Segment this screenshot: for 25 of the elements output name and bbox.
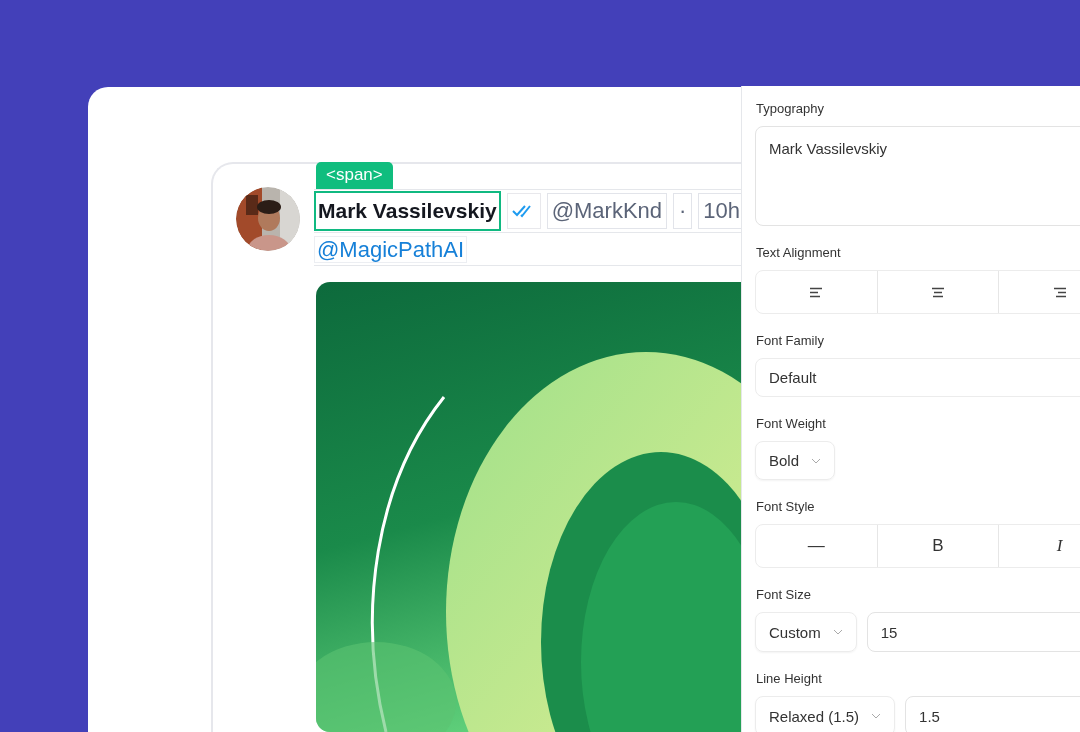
section-label: Font Size <box>756 587 812 602</box>
section-label: Font Style <box>756 499 816 514</box>
element-tag-label: <span> <box>316 162 393 189</box>
mention-link[interactable]: @MagicPathAI <box>314 236 468 263</box>
align-center-icon <box>931 286 945 298</box>
author-handle: @MarkKnd <box>546 193 668 229</box>
section-label: Text Alignment <box>756 245 842 260</box>
section-label: Font Family <box>756 333 825 348</box>
chevron-down-icon <box>811 457 822 464</box>
align-left-icon <box>809 286 824 298</box>
chevron-down-icon <box>832 629 843 635</box>
select-field[interactable]: Custom <box>755 612 857 652</box>
font-style-button[interactable]: B <box>877 525 1000 567</box>
section-label: Font Weight <box>756 416 827 431</box>
section-label: Typography <box>756 101 825 116</box>
text-area[interactable]: Mark Vassilevskiy <box>755 126 1080 226</box>
author-name: Mark Vassilevskiy <box>314 191 501 231</box>
font-style-button[interactable]: — <box>756 525 878 567</box>
input-field[interactable]: 15 <box>866 612 1080 652</box>
chevron-down-icon <box>871 713 882 719</box>
select-field[interactable]: Bold <box>755 441 836 480</box>
select-field[interactable]: Default <box>755 358 1080 397</box>
section-label: Line Height <box>756 671 823 686</box>
font-style-button[interactable]: I <box>999 525 1080 567</box>
align-right-icon <box>1052 286 1067 298</box>
